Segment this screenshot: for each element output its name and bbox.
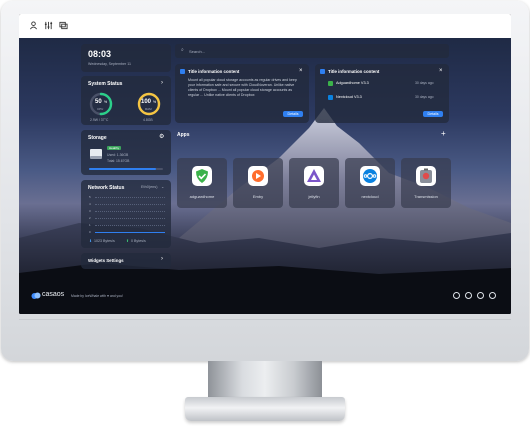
tick-1: 1 [89,223,91,227]
app-label: adguardhome [189,194,215,199]
cpu-unit: % [104,100,108,104]
network-down-rate: 1023 Bytes/s [94,239,115,243]
monitor-frame: 08:03 Wednesday, September 11 System Sta… [1,1,529,361]
monitor-stand-neck [208,361,322,399]
notice-2-row-1-time: 30 days ago [415,81,434,85]
shield-check-icon [328,81,333,86]
storage-title: Storage [88,135,107,141]
top-bar [19,14,511,38]
monitor-stand-base [185,397,345,421]
github-icon[interactable] [453,292,460,299]
ram-detail: 4.8GB [143,118,153,122]
notice-1-details-button[interactable]: Details [283,111,303,117]
notice-1-title: Title information content [188,69,240,74]
app-label: Emby [252,194,264,199]
tick-4: 4 [89,202,91,206]
system-status-widget: System Status › 50 % CPU 2.9W / 37°C 100… [81,76,171,125]
network-up-rate: 0 Bytes/s [131,239,146,243]
storage-bar-fill [89,168,156,170]
shield-check-icon [192,166,212,186]
tick-3: 3 [89,209,91,213]
widgets-settings-button[interactable]: Widgets Settings › [81,253,171,269]
casaos-logo-icon [31,292,41,299]
app-nextcloud[interactable]: nextcloud [345,158,395,208]
nextcloud-icon [328,95,333,100]
clock-time: 08:03 [88,49,112,59]
cpu-percent: 50 [95,99,102,105]
app-jellyfin[interactable]: jellyfin [289,158,339,208]
info-icon [180,69,185,74]
search-bar[interactable]: ⌕ Search... [175,44,449,58]
notice-1-body: Mount all popular cloud storage accounts… [188,78,297,97]
notice-2-details-button[interactable]: Details [423,111,443,117]
screen: 08:03 Wednesday, September 11 System Sta… [19,14,511,314]
clock-widget: 08:03 Wednesday, September 11 [81,44,171,72]
arrow-down-icon: ⬇ [89,239,93,243]
storage-widget: Storage ⚙ Healthy Used: 1.36GB Total: 15… [81,130,171,175]
clock-date: Wednesday, September 11 [88,62,131,66]
sliders-icon[interactable] [44,21,53,30]
gear-play-icon [248,166,268,186]
settings-icon[interactable] [489,292,496,299]
notice-2-row-2-name: Nextcloud V3.3 [336,95,362,99]
storage-total: Total: 15.67GB [107,159,130,163]
system-status-title: System Status [88,81,123,87]
chevron-right-icon[interactable]: › [161,80,163,86]
discord-icon[interactable] [465,292,472,299]
notice-2-title: Title information content [328,69,380,74]
notice-card-1: Title information content × Mount all po… [175,64,309,123]
add-app-button[interactable]: + [441,129,446,138]
tick-2: 2 [89,216,91,220]
nextcloud-icon [360,166,380,186]
ram-percent: 100 [141,99,152,105]
triangle-icon [304,166,324,186]
app-label: jellyfin [308,194,320,199]
disk-icon [90,149,102,159]
network-title: Network Status [88,185,125,191]
tick-5: 5 [89,195,91,199]
notice-2-row-1-name: Adguardhome V3.3 [336,81,369,85]
search-icon: ⌕ [181,47,184,53]
storage-bar [89,168,163,170]
monitor-chin [19,319,511,320]
casaos-logo: casaos [42,291,65,298]
close-icon[interactable]: × [299,68,303,74]
gear-icon[interactable]: ⚙ [159,133,164,140]
app-label: Transmission [414,194,438,199]
cpu-detail: 2.9W / 37°C [90,118,109,122]
network-chart: 5 4 3 2 1 0 [89,195,165,234]
network-status-widget: Network Status Eth0(ens) ⌄ 5 4 3 2 1 0 ⬇… [81,180,171,248]
storage-used: Used: 1.36GB [107,153,129,157]
app-emby[interactable]: Emby [233,158,283,208]
app-transmission[interactable]: Transmission [401,158,451,208]
apps-title: Apps [177,132,190,138]
arrow-up-icon: ⬆ [126,239,130,243]
widgets-settings-label: Widgets Settings [88,258,124,263]
close-icon[interactable]: × [439,68,443,74]
footer-tagline: Made by IceWhale with ♥ and you! [71,294,123,298]
notice-2-row-2-time: 30 days ago [415,95,434,99]
ram-label: RAM [145,107,152,111]
storage-health-badge: Healthy [107,146,122,150]
layers-icon[interactable] [59,21,68,30]
person-icon[interactable] [29,21,38,30]
transmission-icon [416,166,436,186]
forum-icon[interactable] [477,292,484,299]
info-icon [320,69,325,74]
ram-unit: % [153,100,157,104]
chevron-down-icon[interactable]: ⌄ [161,184,164,189]
network-interface-select[interactable]: Eth0(ens) [141,185,157,189]
app-label: nextcloud [361,194,379,199]
tick-0: 0 [89,230,91,234]
notice-card-2: Title information content × Adguardhome … [315,64,449,123]
cpu-label: CPU [97,107,104,111]
chevron-right-icon: › [161,256,163,262]
search-input[interactable]: Search... [189,49,205,54]
app-adguardhome[interactable]: adguardhome [177,158,227,208]
